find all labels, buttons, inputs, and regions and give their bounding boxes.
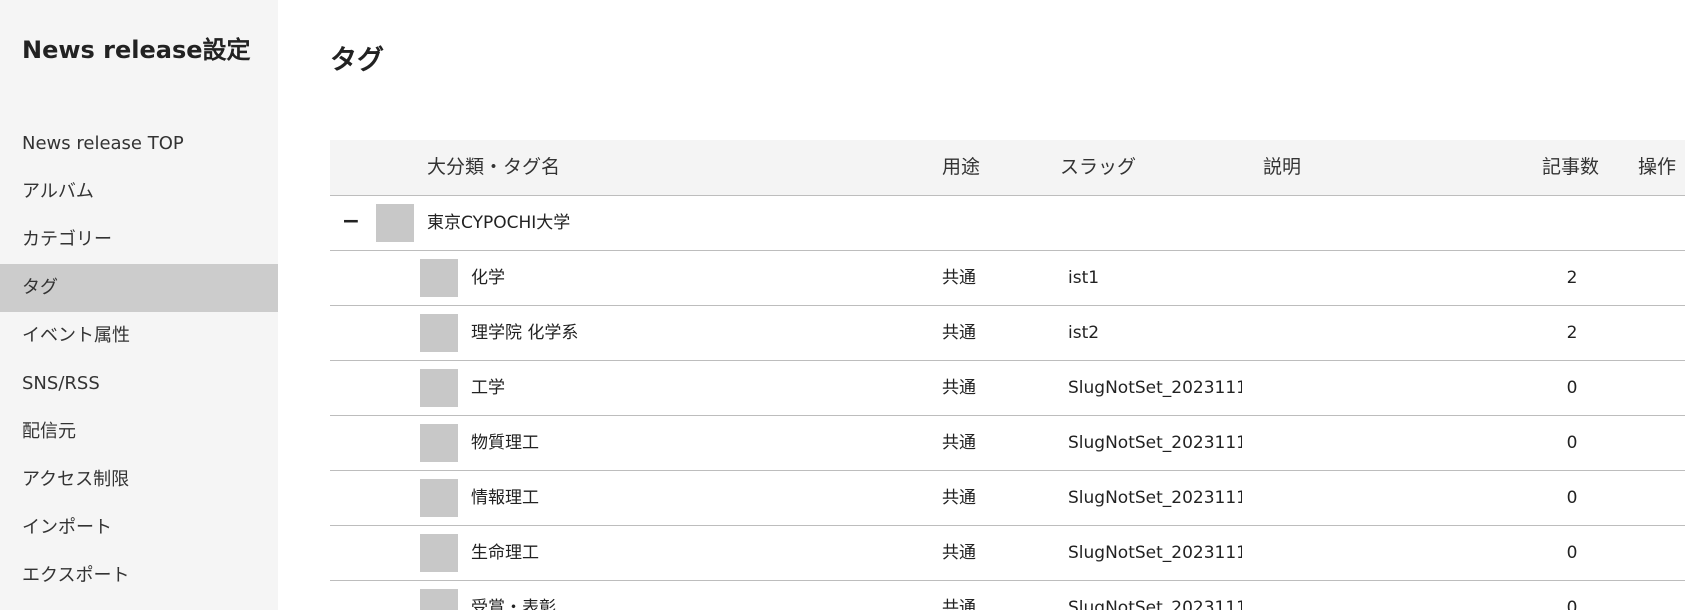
sidebar-item-distribution-source[interactable]: 配信元 <box>0 408 278 456</box>
sidebar-item-access-restriction[interactable]: アクセス制限 <box>0 456 278 504</box>
tag-slug: SlugNotSet_2023111 <box>1068 378 1242 398</box>
tag-thumbnail <box>420 589 458 610</box>
tag-article-count: 0 <box>1566 488 1578 508</box>
sidebar-item-album[interactable]: アルバム <box>0 168 278 216</box>
tag-thumbnail <box>420 479 458 517</box>
tag-article-count: 0 <box>1566 598 1578 610</box>
tag-slug: ist1 <box>1068 268 1100 288</box>
sidebar: News release設定 News release TOP アルバム カテゴ… <box>0 0 278 610</box>
app-window: News release設定 News release TOP アルバム カテゴ… <box>0 0 1685 610</box>
tag-usage: 共通 <box>942 598 976 610</box>
tag-slug: SlugNotSet_2023111 <box>1068 488 1242 508</box>
tag-article-count: 0 <box>1566 378 1578 398</box>
tag-thumbnail <box>420 424 458 462</box>
tag-name: 工学 <box>471 378 505 398</box>
tag-name: 情報理工 <box>471 488 539 508</box>
header-count: 記事数 <box>1542 156 1600 178</box>
tag-name: 受賞・表彰 <box>471 598 556 610</box>
tag-thumbnail <box>420 369 458 407</box>
tag-slug: SlugNotSet_2023111 <box>1068 598 1242 610</box>
header-slug: スラッグ <box>1060 156 1137 178</box>
header-name: 大分類・タグ名 <box>427 156 561 178</box>
main-content: タグ 大分類・タグ名 用途 スラッグ 説明 記事数 操作 − 東京CYPOCHI… <box>278 0 1685 610</box>
tag-slug: SlugNotSet_2023111 <box>1068 433 1242 453</box>
tag-slug: ist2 <box>1068 323 1100 343</box>
tag-usage: 共通 <box>942 488 976 508</box>
tag-article-count: 0 <box>1566 543 1578 563</box>
sidebar-item-news-release-top[interactable]: News release TOP <box>0 120 278 168</box>
tag-name: 理学院 化学系 <box>471 323 579 343</box>
group-row: − 東京CYPOCHI大学 <box>330 196 1685 251</box>
table-row[interactable]: 生命理工 共通 SlugNotSet_2023111 0 <box>330 526 1685 581</box>
sidebar-item-event-attribute[interactable]: イベント属性 <box>0 312 278 360</box>
tag-usage: 共通 <box>942 543 976 563</box>
tag-article-count: 0 <box>1566 433 1578 453</box>
sidebar-item-export[interactable]: エクスポート <box>0 552 278 600</box>
table-row[interactable]: 工学 共通 SlugNotSet_2023111 0 <box>330 361 1685 416</box>
tag-article-count: 2 <box>1566 323 1578 343</box>
tag-thumbnail <box>420 259 458 297</box>
tag-article-count: 2 <box>1566 268 1578 288</box>
tag-usage: 共通 <box>942 378 976 398</box>
table-row[interactable]: 化学 共通 ist1 2 <box>330 251 1685 306</box>
table-header: 大分類・タグ名 用途 スラッグ 説明 記事数 操作 <box>330 140 1685 196</box>
group-thumbnail <box>376 204 414 242</box>
sidebar-title: News release設定 <box>22 36 251 64</box>
tag-thumbnail <box>420 534 458 572</box>
sidebar-item-sns-rss[interactable]: SNS/RSS <box>0 360 278 408</box>
tag-name: 生命理工 <box>471 543 539 563</box>
tag-thumbnail <box>420 314 458 352</box>
tag-name: 化学 <box>471 268 505 288</box>
tag-usage: 共通 <box>942 323 976 343</box>
sidebar-item-import[interactable]: インポート <box>0 504 278 552</box>
group-name: 東京CYPOCHI大学 <box>427 213 571 233</box>
tag-usage: 共通 <box>942 268 976 288</box>
table-row[interactable]: 情報理工 共通 SlugNotSet_2023111 0 <box>330 471 1685 526</box>
header-usage: 用途 <box>942 156 981 178</box>
tag-slug: SlugNotSet_2023111 <box>1068 543 1242 563</box>
sidebar-item-tag[interactable]: タグ <box>0 264 278 312</box>
header-operation: 操作 <box>1638 156 1677 178</box>
sidebar-nav: News release TOP アルバム カテゴリー タグ イベント属性 SN… <box>0 120 278 600</box>
tag-table: 大分類・タグ名 用途 スラッグ 説明 記事数 操作 − 東京CYPOCHI大学 … <box>330 140 1685 610</box>
table-row[interactable]: 理学院 化学系 共通 ist2 2 <box>330 306 1685 361</box>
tag-usage: 共通 <box>942 433 976 453</box>
page-title: タグ <box>330 45 384 76</box>
tag-name: 物質理工 <box>471 433 539 453</box>
header-description: 説明 <box>1263 156 1302 178</box>
table-row[interactable]: 物質理工 共通 SlugNotSet_2023111 0 <box>330 416 1685 471</box>
sidebar-item-category[interactable]: カテゴリー <box>0 216 278 264</box>
collapse-toggle-button[interactable]: − <box>341 196 361 248</box>
table-row[interactable]: 受賞・表彰 共通 SlugNotSet_2023111 0 <box>330 581 1685 610</box>
